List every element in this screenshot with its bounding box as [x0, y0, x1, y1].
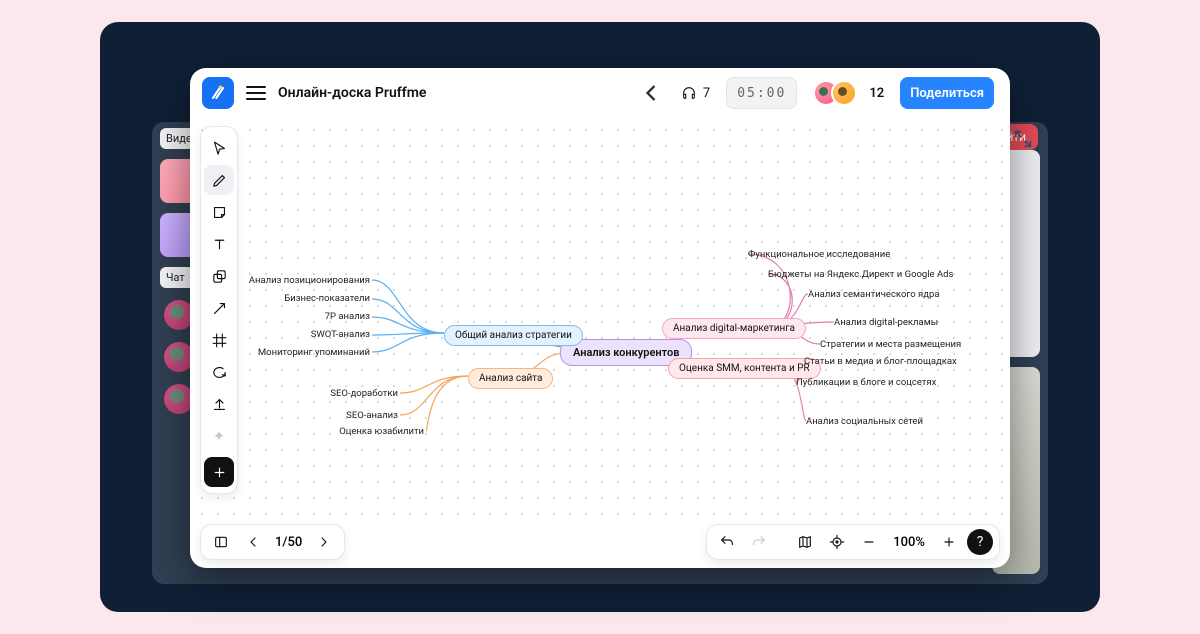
help-icon[interactable]: ? — [967, 529, 993, 555]
listeners-pill[interactable]: 7 — [671, 77, 720, 109]
page-indicator: 1/50 — [271, 535, 306, 550]
timer[interactable]: 05:00 — [726, 77, 797, 109]
mindmap-leaf[interactable]: Публикации в блоге и соцсетях — [796, 377, 936, 388]
avatar — [831, 80, 857, 106]
view-toolbar: 100% ? — [706, 524, 1000, 560]
map-icon[interactable] — [791, 528, 819, 556]
undo-icon[interactable] — [713, 528, 741, 556]
sidebar-toggle-icon[interactable] — [207, 528, 235, 556]
mindmap-leaf[interactable]: SWOT-анализ — [311, 329, 370, 340]
prev-icon[interactable] — [637, 77, 665, 109]
canvas[interactable]: ✦ — [190, 118, 1010, 518]
headphones-icon — [681, 85, 697, 101]
mindmap-leaf[interactable]: Бизнес-показатели — [284, 293, 370, 304]
zoom-in-icon[interactable] — [935, 528, 963, 556]
mindmap-leaf[interactable]: Анализ социальных сетей — [806, 416, 923, 427]
mindmap-node-site[interactable]: Анализ сайта — [468, 368, 553, 389]
mindmap-leaf[interactable]: Анализ позиционирования — [249, 275, 370, 286]
board-window: Онлайн-доска Pruffme 7 05:00 12 Поделить… — [190, 68, 1010, 568]
participants-pill[interactable]: 12 — [803, 77, 894, 109]
app-logo[interactable] — [202, 77, 234, 109]
zoom-out-icon[interactable] — [855, 528, 883, 556]
mindmap-leaf[interactable]: SEO-анализ — [346, 410, 398, 421]
page-next-icon[interactable] — [310, 528, 338, 556]
header-controls: 7 05:00 12 Поделиться — [633, 73, 998, 113]
mindmap-leaf[interactable]: SEO-доработки — [330, 388, 398, 399]
mindmap: Анализ конкурентов Общий анализ стратеги… — [190, 118, 1010, 518]
mindmap-node-smm[interactable]: Оценка SMM, контента и PR — [668, 358, 821, 379]
locate-icon[interactable] — [823, 528, 851, 556]
mindmap-leaf[interactable]: 7P анализ — [325, 311, 370, 322]
header: Онлайн-доска Pruffme 7 05:00 12 Поделить… — [190, 68, 1010, 118]
board-title: Онлайн-доска Pruffme — [278, 85, 426, 101]
participant-count: 12 — [869, 86, 884, 101]
mindmap-node-digital[interactable]: Анализ digital-маркетинга — [662, 318, 806, 339]
menu-icon[interactable] — [244, 81, 268, 105]
outer-shell: 01 Выйти Виде Чат — [100, 22, 1100, 612]
page-prev-icon[interactable] — [239, 528, 267, 556]
fullscreen-icon[interactable] — [1012, 128, 1034, 150]
mindmap-leaf[interactable]: Статьи в медиа и блог-площадках — [804, 356, 957, 367]
participant-avatars — [813, 80, 857, 106]
mindmap-leaf[interactable]: Мониторинг упоминаний — [258, 347, 370, 358]
mindmap-leaf[interactable]: Анализ семантического ядра — [808, 289, 940, 300]
mindmap-leaf[interactable]: Функциональное исследование — [748, 249, 890, 260]
mindmap-leaf[interactable]: Анализ digital-рекламы — [834, 317, 938, 328]
mindmap-leaf[interactable]: Стратегии и места размещения — [820, 339, 961, 350]
share-button[interactable]: Поделиться — [900, 77, 994, 109]
mindmap-leaf[interactable]: Бюджеты на Яндекс.Директ и Google Ads — [768, 269, 953, 280]
redo-icon[interactable] — [745, 528, 773, 556]
mindmap-leaf[interactable]: Оценка юзабилити — [339, 426, 424, 437]
listener-count: 7 — [703, 86, 710, 101]
zoom-level[interactable]: 100% — [887, 535, 931, 550]
pager-toolbar: 1/50 — [200, 524, 345, 560]
mindmap-node-strategy[interactable]: Общий анализ стратегии — [444, 325, 583, 346]
